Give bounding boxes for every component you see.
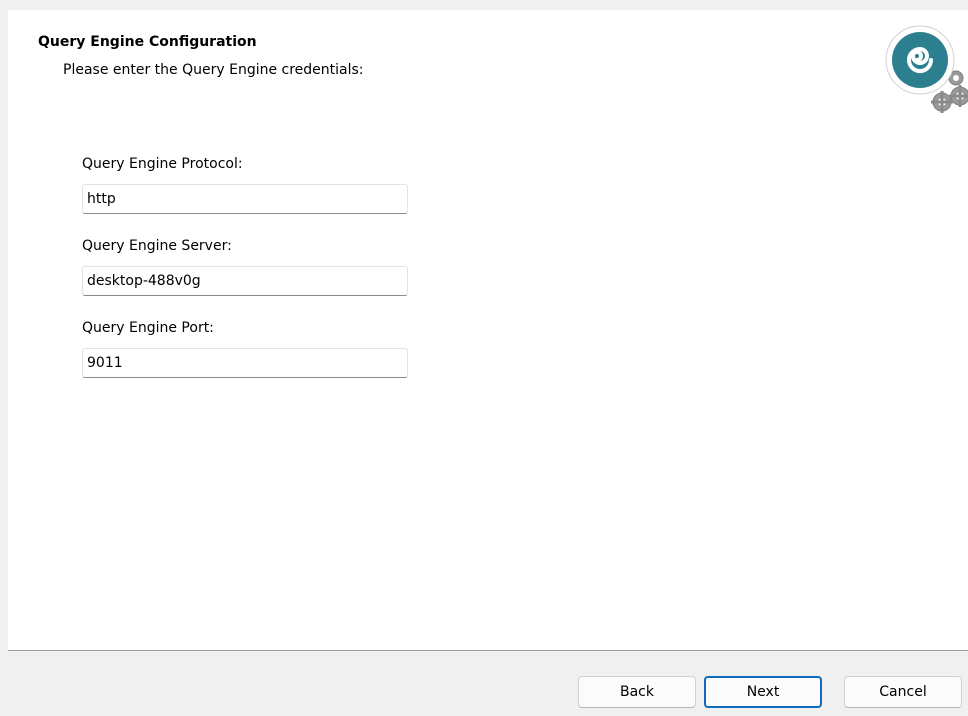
port-label: Query Engine Port:	[82, 320, 214, 336]
cancel-button[interactable]: Cancel	[844, 676, 962, 708]
port-input[interactable]	[82, 348, 408, 378]
protocol-input[interactable]	[82, 184, 408, 214]
footer-divider	[8, 650, 968, 651]
content-panel: Query Engine Configuration Please enter …	[8, 10, 968, 650]
installer-dialog: Query Engine Configuration Please enter …	[8, 10, 968, 716]
page-subtitle: Please enter the Query Engine credential…	[63, 62, 364, 78]
page-title: Query Engine Configuration	[38, 34, 257, 50]
back-button[interactable]: Back	[578, 676, 696, 708]
next-button[interactable]: Next	[704, 676, 822, 708]
swirl-gears-logo-icon	[884, 16, 968, 116]
protocol-label: Query Engine Protocol:	[82, 156, 243, 172]
server-label: Query Engine Server:	[82, 238, 232, 254]
server-input[interactable]	[82, 266, 408, 296]
